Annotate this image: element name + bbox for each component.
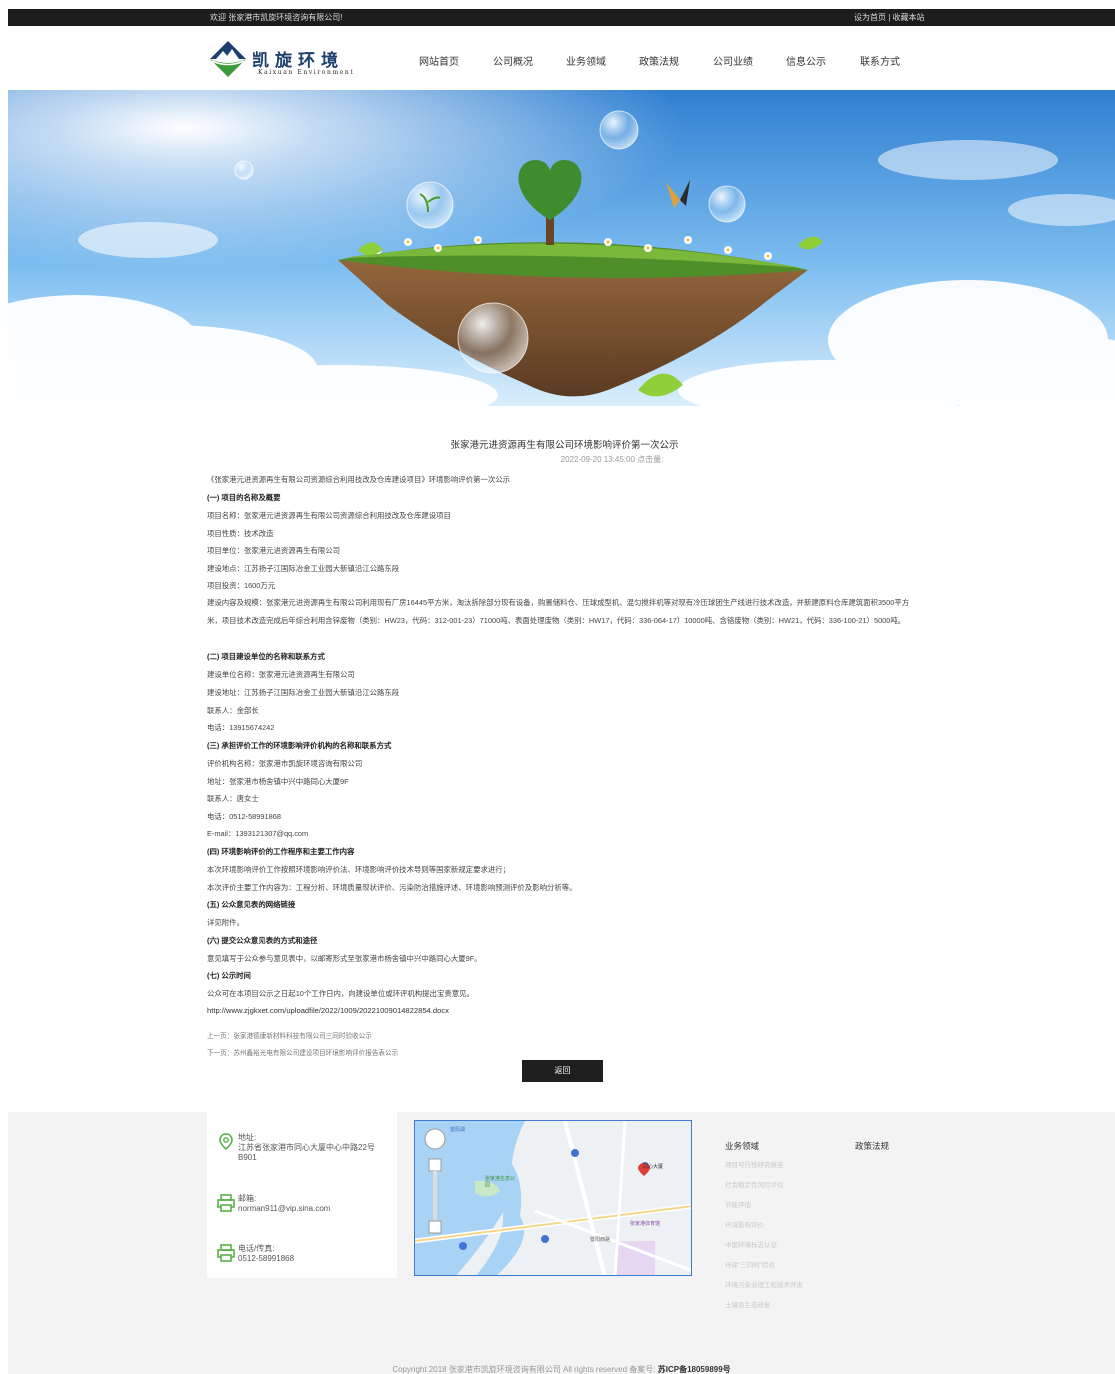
project-nature: 项目性质：技术改造: [207, 529, 274, 538]
location-pin-icon: [219, 1133, 233, 1151]
attachment-note: 详见附件。: [207, 918, 244, 927]
section-heading-1: (一) 项目的名称及概要: [207, 493, 281, 502]
printer-icon: [217, 1194, 235, 1212]
evaluator-email: E-mail：1393121307@qq.com: [207, 829, 309, 838]
nav-policy[interactable]: 政策法规: [639, 53, 679, 68]
logo-name-en: Kaixuan Environment: [258, 69, 355, 76]
copyright: Copyright 2018 张家港市凯旋环境咨询有限公司 All rights…: [8, 1364, 1115, 1374]
business-column: 业务领域 项目可行性研究报告 社会稳定性风险评估 节能评估 环境影响评价 中国环…: [725, 1140, 803, 1309]
business-item-pollution-control[interactable]: 环境污染治理工程技术开发: [725, 1279, 803, 1289]
welcome-text: 欢迎 张家港市凯旋环境咨询有限公司!: [210, 13, 343, 22]
builder-contact: 联系人：金部长: [207, 706, 259, 715]
address-value: 江苏省张家港市同心大厦中心中路22号B901: [238, 1143, 375, 1162]
prev-article-link[interactable]: 上一页：张家港德康新材料科技有限公司三同时验收公示: [207, 1030, 372, 1040]
section-heading-2: (二) 项目建设单位的名称和联系方式: [207, 652, 325, 661]
phone-label: 电话/传真:: [238, 1244, 275, 1253]
builder-name: 建设单位名称：张家港元进资源再生有限公司: [207, 670, 355, 679]
business-item-energy[interactable]: 节能评估: [725, 1199, 751, 1209]
nav-contact[interactable]: 联系方式: [860, 53, 900, 68]
article-meta: 2022-09-20 13:45:00 点击量:: [560, 455, 664, 464]
logo-name-cn: 凯旋环境: [252, 51, 344, 71]
business-item-acceptance[interactable]: 环保“三同时”验收: [725, 1259, 775, 1269]
email-label: 邮箱:: [238, 1194, 257, 1203]
nav-home[interactable]: 网站首页: [419, 53, 459, 68]
site-logo[interactable]: 凯旋环境 Kaixuan Environment: [206, 37, 356, 81]
policy-column: 政策法规: [855, 1140, 889, 1152]
section-heading-7: (七) 公示时间: [207, 971, 251, 980]
map-label-road2: 暨阳西路: [590, 1237, 611, 1243]
floating-island-banner-image: [8, 90, 1115, 406]
phone-value: 0512-58991868: [238, 1254, 295, 1263]
top-bar: 欢迎 张家港市凯旋环境咨询有限公司! 设为首页 | 收藏本站: [8, 9, 1115, 26]
contact-box: 地址: 江苏省张家港市同心大厦中心中路22号B901 邮箱: norman911…: [207, 1112, 397, 1278]
business-item-eco-label[interactable]: 中国环境标志认证: [725, 1239, 777, 1249]
project-investment: 项目投资：1600万元: [207, 581, 276, 590]
nav-announcements[interactable]: 信息公示: [786, 53, 826, 68]
evaluator-name: 评价机构名称：张家港市凯旋环境咨询有限公司: [207, 759, 363, 768]
work-content: 本次评价主要工作内容为：工程分析、环境质量现状评价、污染防治措施评述、环境影响预…: [207, 883, 577, 892]
section-heading-3: (三) 承担评价工作的环境影响评价机构的名称和联系方式: [207, 741, 392, 750]
copyright-text: Copyright 2018 张家港市凯旋环境咨询有限公司 All rights…: [392, 1365, 656, 1374]
attachment-link[interactable]: http://www.zjgkxet.com/uploadfile/2022/1…: [207, 1006, 449, 1015]
bookmark-link[interactable]: 收藏本站: [893, 13, 925, 22]
business-item-eia[interactable]: 环境影响评价: [725, 1219, 764, 1229]
builder-phone: 电话：13915674242: [207, 723, 275, 732]
fax-icon: [217, 1244, 235, 1262]
work-procedure: 本次环境影响评价工作按照环境影响评价法、环境影响评价技术导则等国家新规定要求进行…: [207, 865, 511, 874]
business-item-stability-risk[interactable]: 社会稳定性风险评估: [725, 1179, 784, 1189]
nav-company[interactable]: 公司概况: [493, 53, 533, 68]
site-header: 凯旋环境 Kaixuan Environment 网站首页 公司概况 业务领域 …: [8, 26, 1115, 90]
evaluator-address: 地址：张家港市杨舍镇中兴中路同心大厦9F: [207, 777, 349, 786]
section-heading-4: (四) 环境影响评价的工作程序和主要工作内容: [207, 847, 355, 856]
project-scale: 建设内容及规模：张家港元进资源再生有限公司利用现有厂房16445平方米，淘汰拆除…: [207, 598, 910, 625]
top-links: 设为首页 | 收藏本站: [854, 12, 925, 23]
submission-way: 意见填写于公众参与意见表中，以邮寄形式至张家港市杨舍镇中兴中路同心大厦9F。: [207, 954, 482, 963]
article-intro: 《张家港元进资源再生有限公司资源综合利用技改及仓库建设项目》环境影响评价第一次公…: [207, 475, 511, 484]
site-footer: 地址: 江苏省张家港市同心大厦中心中路22号B901 邮箱: norman911…: [8, 1112, 1115, 1374]
email-value: norman911@vip.sina.com: [238, 1204, 331, 1213]
map-image: [415, 1121, 691, 1275]
section-heading-5: (五) 公众意见表的网络链接: [207, 900, 296, 909]
next-article-link[interactable]: 下一页：苏州鑫裕光电有限公司建设项目环境影响评价报告表公示: [207, 1047, 398, 1057]
policy-heading[interactable]: 政策法规: [855, 1140, 889, 1152]
top-links-separator: |: [888, 13, 891, 22]
section-heading-6: (六) 提交公众意见表的方式和途径: [207, 936, 318, 945]
nav-business[interactable]: 业务领域: [566, 53, 606, 68]
hero-banner: [8, 90, 1115, 406]
announcement-period: 公众可在本项目公示之日起10个工作日内，向建设单位或环评机构提出宝贵意见。: [207, 989, 474, 998]
project-name: 项目名称：张家港元进资源再生有限公司资源综合利用技改及仓库建设项目: [207, 511, 451, 520]
icp-number[interactable]: 苏ICP备18059899号: [658, 1365, 731, 1374]
nav-achievements[interactable]: 公司业绩: [713, 53, 753, 68]
business-heading: 业务领域: [725, 1141, 760, 1151]
address-label: 地址:: [238, 1133, 257, 1142]
map-label-place3: 张家港体育馆: [630, 1221, 661, 1227]
map-label-road: 暨阳湖: [450, 1127, 466, 1133]
set-homepage-link[interactable]: 设为首页: [854, 13, 886, 22]
project-unit: 项目单位：张家港元进资源再生有限公司: [207, 546, 341, 555]
article-title: 张家港元进资源再生有限公司环境影响评价第一次公示: [450, 440, 679, 451]
map-label-place1: 同心大厦: [643, 1164, 664, 1170]
evaluator-phone: 电话：0512-58991868: [207, 812, 281, 821]
builder-address: 建设地址：江苏扬子江国际冶金工业园大新镇沿江公路东段: [207, 688, 400, 697]
back-button[interactable]: 返回: [522, 1060, 603, 1082]
business-item-feasibility[interactable]: 项目可行性研究报告: [725, 1159, 784, 1169]
business-item-soil-restoration[interactable]: 土壤及生态修复: [725, 1299, 771, 1309]
logo-mark-icon: [208, 39, 248, 79]
project-site: 建设地点：江苏扬子江国际冶金工业园大新镇沿江公路东段: [207, 564, 400, 573]
location-map[interactable]: 同心大厦 张家港生态公园 张家港体育馆 暨阳湖 暨阳西路: [414, 1120, 692, 1276]
map-label-place2: 张家港生态公园: [485, 1176, 516, 1188]
evaluator-contact: 联系人：唐女士: [207, 794, 259, 803]
